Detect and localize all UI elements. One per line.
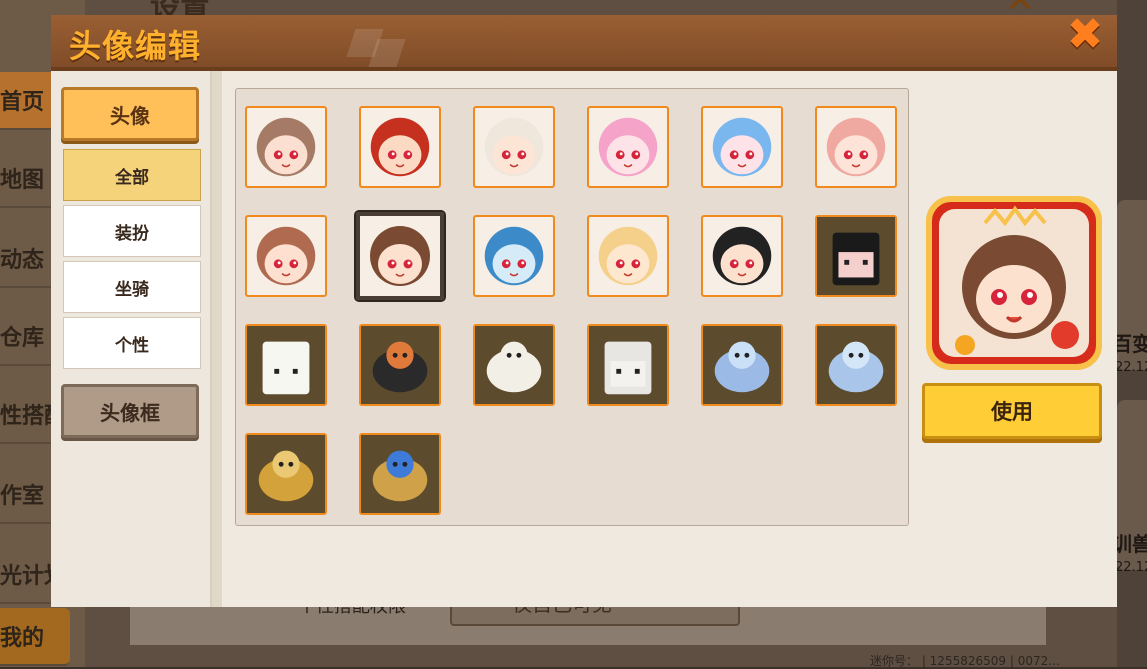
avatar-elephant-circus[interactable] xyxy=(701,324,783,406)
avatar-pink-bunny-girl-image xyxy=(817,108,895,186)
avatar-grid xyxy=(235,88,909,526)
avatar-skateboard[interactable] xyxy=(359,324,441,406)
background-right-label: 训兽 xyxy=(1112,532,1147,556)
tab-avatar-frame[interactable]: 头像框 xyxy=(61,384,199,438)
avatar-pink-bunny-girl[interactable] xyxy=(815,106,897,188)
avatar-white-bunny-sunglasses[interactable] xyxy=(245,324,327,406)
avatar-brown-hair-girl[interactable] xyxy=(245,106,327,188)
background-right-label: 百变 xyxy=(1112,332,1147,356)
avatar-black-hair-block-image xyxy=(817,217,895,295)
avatar-skateboard-image xyxy=(361,326,439,404)
avatar-blue-angel-girl[interactable] xyxy=(701,106,783,188)
subtab-personal[interactable]: 个性 xyxy=(63,317,201,369)
avatar-panda-girl-image xyxy=(703,217,781,295)
avatar-editor-modal: 头像编辑 ✖ 头像 全部 装扮 坐骑 个性 头像框 使用 xyxy=(51,13,1117,607)
subtab-mount[interactable]: 坐骑 xyxy=(63,261,201,313)
modal-header: 头像编辑 ✖ xyxy=(51,13,1117,71)
avatar-swan[interactable] xyxy=(473,324,555,406)
avatar-new-year-girl[interactable] xyxy=(354,210,446,302)
avatar-golden-bird[interactable] xyxy=(245,433,327,515)
avatar-white-hair-girl[interactable] xyxy=(473,106,555,188)
close-icon[interactable]: ✖ xyxy=(1065,13,1105,57)
subtab-all[interactable]: 全部 xyxy=(63,149,201,201)
avatar-red-lion-girl-image xyxy=(361,108,439,186)
avatar-golden-bird-image xyxy=(247,435,325,513)
use-button[interactable]: 使用 xyxy=(922,383,1102,439)
avatar-red-lion-girl[interactable] xyxy=(359,106,441,188)
avatar-brown-hair-girl-image xyxy=(247,108,325,186)
avatar-elephant-circus-image xyxy=(703,326,781,404)
avatar-red-wink-girl[interactable] xyxy=(245,215,327,297)
avatar-elephant-pink-image xyxy=(817,326,895,404)
tab-avatar[interactable]: 头像 xyxy=(61,87,199,141)
avatar-sheep-girl[interactable] xyxy=(587,215,669,297)
avatar-white-bunny-sunglasses-image xyxy=(247,326,325,404)
modal-title: 头像编辑 xyxy=(69,27,202,65)
avatar-panda-girl[interactable] xyxy=(701,215,783,297)
avatar-red-wink-girl-image xyxy=(247,217,325,295)
avatar-pink-star-girl-image xyxy=(589,108,667,186)
avatar-sailor-bear-image xyxy=(589,326,667,404)
avatar-black-hair-block[interactable] xyxy=(815,215,897,297)
avatar-white-hair-girl-image xyxy=(475,108,553,186)
avatar-swan-image xyxy=(475,326,553,404)
avatar-new-year-girl-image xyxy=(360,216,440,296)
sidebar-divider xyxy=(210,71,222,607)
avatar-mech-horse[interactable] xyxy=(359,433,441,515)
avatar-sheep-girl-image xyxy=(589,217,667,295)
avatar-elephant-pink[interactable] xyxy=(815,324,897,406)
avatar-blue-angel-girl-image xyxy=(703,108,781,186)
avatar-mech-horse-image xyxy=(361,435,439,513)
avatar-blue-flower-girl[interactable] xyxy=(473,215,555,297)
avatar-sailor-bear[interactable] xyxy=(587,324,669,406)
avatar-pink-star-girl[interactable] xyxy=(587,106,669,188)
avatar-preview xyxy=(925,195,1103,371)
subtab-outfit[interactable]: 装扮 xyxy=(63,205,201,257)
background-nav-mine: 我的 xyxy=(0,608,70,666)
avatar-blue-flower-girl-image xyxy=(475,217,553,295)
background-footer: 迷你号： | 1255826509 | 0072... xyxy=(870,654,1060,668)
avatar-preview-image xyxy=(926,196,1102,370)
background-right-number: 22.12 xyxy=(1115,560,1147,575)
background-right-number: 22.12 xyxy=(1115,360,1147,375)
